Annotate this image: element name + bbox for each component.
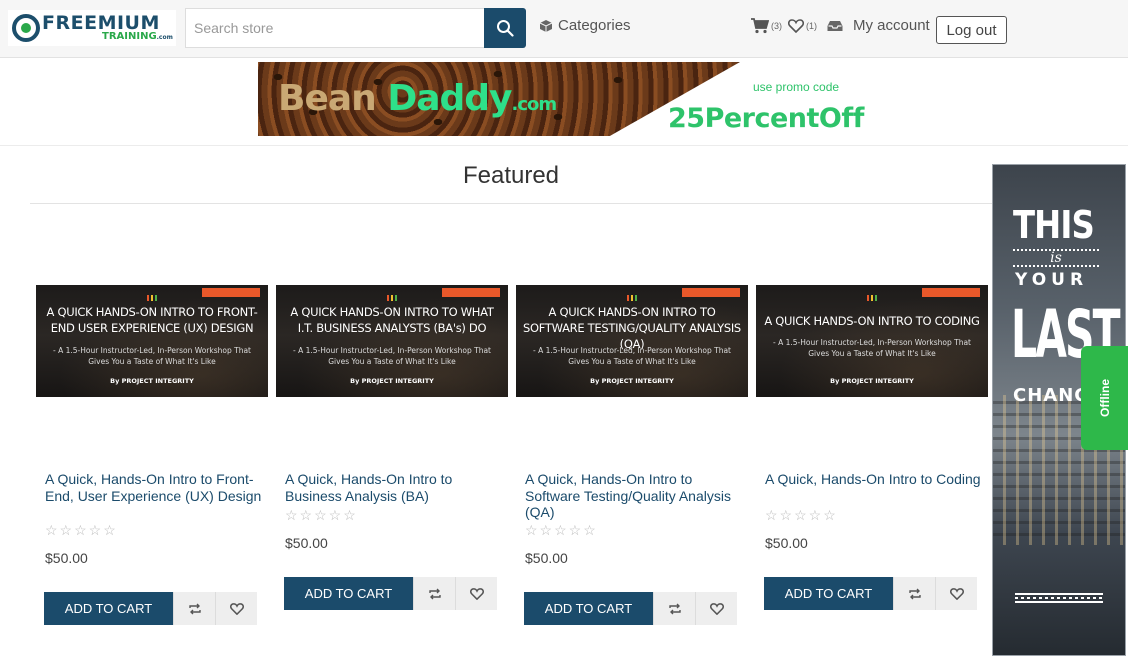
- chart-logo-icon: [147, 295, 157, 301]
- heart-icon: [709, 602, 724, 615]
- heart-icon[interactable]: [788, 18, 804, 33]
- wishlist-button[interactable]: [935, 577, 977, 610]
- cart-count: (3): [771, 20, 782, 31]
- thumb-title: A QUICK HANDS-ON INTRO TO CODING: [764, 314, 980, 328]
- compare-icon: [908, 588, 921, 599]
- thumb-tag: [442, 288, 500, 297]
- my-account-link[interactable]: My account: [853, 17, 930, 34]
- wishlist-button[interactable]: [455, 577, 497, 610]
- product-name[interactable]: A Quick, Hands-On Intro to Software Test…: [525, 471, 745, 521]
- add-to-cart-button[interactable]: ADD TO CART: [764, 577, 893, 610]
- heart-icon: [229, 602, 244, 615]
- thumb-byline: By PROJECT INTEGRITY: [590, 377, 674, 385]
- compare-icon: [668, 603, 681, 614]
- product-thumbnail[interactable]: A QUICK HANDS-ON INTRO TO CODING - A 1.5…: [756, 285, 988, 397]
- ad-text-this: THIS: [1013, 203, 1095, 247]
- product-price: $50.00: [765, 535, 808, 551]
- ad-text-chance: CHANC: [1013, 385, 1089, 406]
- product-price: $50.00: [285, 535, 328, 551]
- cart-icon[interactable]: [751, 17, 769, 34]
- wishlist-button[interactable]: [695, 592, 737, 625]
- rating-stars: ☆☆☆☆☆: [765, 507, 838, 523]
- thumb-byline: By PROJECT INTEGRITY: [830, 377, 914, 385]
- thumb-subtitle: - A 1.5-Hour Instructor-Led, In-Person W…: [52, 346, 251, 366]
- promo-banner-area: Bean Daddy.com use promo code 25PercentO…: [0, 59, 1128, 146]
- compare-button[interactable]: [173, 592, 215, 625]
- add-to-cart-button[interactable]: ADD TO CART: [44, 592, 173, 625]
- ad-text-is: is: [1013, 249, 1099, 267]
- rating-stars: ☆☆☆☆☆: [525, 522, 598, 538]
- logout-button[interactable]: Log out: [936, 16, 1007, 44]
- rating-stars: ☆☆☆☆☆: [285, 507, 358, 523]
- heart-icon: [469, 587, 484, 600]
- promo-label: use promo code: [753, 80, 840, 94]
- product-thumbnail[interactable]: A QUICK HANDS-ON INTRO TO FRONT-END USER…: [36, 285, 268, 397]
- add-to-cart-button[interactable]: ADD TO CART: [284, 577, 413, 610]
- featured-divider: [30, 203, 992, 204]
- search-input[interactable]: Search store: [185, 8, 485, 48]
- product-thumbnail[interactable]: A QUICK HANDS-ON INTRO TO SOFTWARE TESTI…: [516, 285, 748, 397]
- product-price: $50.00: [525, 550, 568, 566]
- search-icon: [497, 20, 514, 37]
- compare-button[interactable]: [893, 577, 935, 610]
- add-to-cart-button[interactable]: ADD TO CART: [524, 592, 653, 625]
- search-button[interactable]: [484, 8, 526, 48]
- promo-code: 25PercentOff: [668, 103, 864, 134]
- product-name[interactable]: A Quick, Hands-On Intro to Coding: [765, 471, 985, 488]
- box-icon: [539, 19, 553, 32]
- logo-mark: [12, 14, 40, 42]
- wishlist-button[interactable]: [215, 592, 257, 625]
- thumb-title: A QUICK HANDS-ON INTRO TO WHAT I.T. BUSI…: [290, 305, 494, 335]
- product-name[interactable]: A Quick, Hands-On Intro to Front-End, Us…: [45, 471, 265, 504]
- compare-icon: [428, 588, 441, 599]
- categories-label: Categories: [558, 17, 631, 34]
- compare-icon: [188, 603, 201, 614]
- chart-logo-icon: [867, 295, 877, 301]
- thumb-title: A QUICK HANDS-ON INTRO TO FRONT-END USER…: [46, 305, 258, 335]
- top-header: FREEMIUM TRAINING.com Search store Categ…: [0, 0, 1128, 58]
- banner-brand: Bean Daddy.com: [278, 78, 557, 119]
- chat-status-label: Offline: [1097, 379, 1112, 417]
- featured-heading: Featured: [462, 162, 560, 189]
- categories-menu[interactable]: Categories: [539, 17, 631, 34]
- product-thumbnail[interactable]: A QUICK HANDS-ON INTRO TO WHAT I.T. BUSI…: [276, 285, 508, 397]
- chart-logo-icon: [387, 295, 397, 301]
- promo-banner[interactable]: Bean Daddy.com use promo code 25PercentO…: [258, 62, 870, 136]
- chat-offline-tab[interactable]: Offline: [1081, 346, 1128, 450]
- ad-decorative-rule: [1015, 593, 1103, 603]
- logo-suffix: .com: [156, 34, 173, 41]
- site-logo[interactable]: FREEMIUM TRAINING.com: [8, 10, 176, 46]
- thumb-tag: [682, 288, 740, 297]
- compare-button[interactable]: [653, 592, 695, 625]
- rating-stars: ☆☆☆☆☆: [45, 522, 118, 538]
- wishlist-count: (1): [806, 20, 817, 31]
- thumb-subtitle: - A 1.5-Hour Instructor-Led, In-Person W…: [772, 338, 971, 358]
- thumb-tag: [202, 288, 260, 297]
- thumb-tag: [922, 288, 980, 297]
- thumb-subtitle: - A 1.5-Hour Instructor-Led, In-Person W…: [532, 346, 731, 366]
- logo-subtitle: TRAINING: [102, 31, 157, 42]
- product-name[interactable]: A Quick, Hands-On Intro to Business Anal…: [285, 471, 505, 504]
- header-actions: (3) (1) My account: [751, 17, 930, 34]
- product-price: $50.00: [45, 550, 88, 566]
- compare-button[interactable]: [413, 577, 455, 610]
- heart-icon: [949, 587, 964, 600]
- chart-logo-icon: [627, 295, 637, 301]
- thumb-byline: By PROJECT INTEGRITY: [110, 377, 194, 385]
- thumb-byline: By PROJECT INTEGRITY: [350, 377, 434, 385]
- inbox-icon[interactable]: [827, 20, 843, 32]
- thumb-subtitle: - A 1.5-Hour Instructor-Led, In-Person W…: [292, 346, 491, 366]
